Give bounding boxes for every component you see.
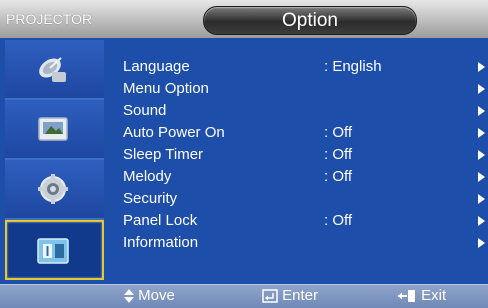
- menu-item-auto-power-on[interactable]: Auto Power On : Off: [123, 124, 488, 145]
- menu-item-security[interactable]: Security: [123, 190, 488, 211]
- enter-icon: [262, 289, 278, 303]
- sidebar-item-picture[interactable]: [5, 100, 104, 160]
- menu-item-melody[interactable]: Melody : Off: [123, 168, 488, 189]
- projector-osd: PROJECTOR Option Language: English Menu…: [0, 0, 488, 308]
- chevron-right-icon: [478, 216, 485, 226]
- gear-icon: [38, 174, 68, 204]
- move-hint-label: Move: [138, 287, 175, 304]
- enter-hint-label: Enter: [282, 287, 319, 304]
- menu-item-value: : Off: [324, 212, 353, 229]
- menu-item-label: Melody: [123, 168, 172, 185]
- menu-item-panel-lock[interactable]: Panel Lock : Off: [123, 212, 488, 233]
- menu-item-label: Language: [123, 58, 190, 75]
- exit-icon: [398, 290, 415, 303]
- menu-item-label: Security: [123, 190, 178, 207]
- menu-item-label: Menu Option: [123, 80, 209, 97]
- menu-item-sleep-timer[interactable]: Sleep Timer : Off: [123, 146, 488, 167]
- menu-item-label: Sleep Timer: [123, 146, 204, 163]
- chevron-right-icon: [478, 238, 485, 248]
- chevron-right-icon: [478, 128, 485, 138]
- chevron-right-icon: [478, 172, 485, 182]
- sidebar-item-option[interactable]: [5, 220, 104, 280]
- header-bar: PROJECTOR Option: [0, 0, 488, 38]
- enter-hint: Enter: [262, 287, 318, 304]
- menu-item-sound[interactable]: Sound: [123, 102, 488, 123]
- menu-item-value: : Off: [324, 168, 353, 185]
- chevron-right-icon: [478, 84, 485, 94]
- up-down-arrows-icon: [124, 289, 134, 304]
- option-menu-panel: Language : English Menu Option Sound Aut…: [110, 40, 488, 284]
- menu-item-label: Auto Power On: [123, 124, 225, 141]
- menu-item-information[interactable]: Information: [123, 234, 488, 255]
- exit-hint-label: Exit: [421, 287, 447, 304]
- category-sidebar: [5, 40, 104, 284]
- menu-item-value: : English: [324, 58, 382, 75]
- exit-hint: Exit: [397, 287, 446, 304]
- satellite-dish-icon: [39, 57, 66, 82]
- sidebar-item-setup[interactable]: [5, 160, 104, 220]
- menu-item-value: : Off: [324, 146, 353, 163]
- chevron-right-icon: [478, 194, 485, 204]
- menu-item-value: : Off: [324, 124, 353, 141]
- option-tool-icon: [37, 238, 69, 264]
- menu-title: Option: [282, 10, 338, 31]
- picture-screen-icon: [38, 117, 68, 141]
- sidebar-item-input[interactable]: [5, 40, 104, 100]
- menu-item-language[interactable]: Language : English: [123, 58, 488, 79]
- key-hint-bar: Move Enter Exit: [0, 284, 488, 308]
- brand-label: PROJECTOR: [6, 11, 93, 27]
- menu-item-menu-option[interactable]: Menu Option: [123, 80, 488, 101]
- menu-item-label: Sound: [123, 102, 167, 119]
- menu-item-label: Panel Lock: [123, 212, 198, 229]
- chevron-right-icon: [478, 150, 485, 160]
- menu-item-label: Information: [123, 234, 199, 251]
- chevron-right-icon: [478, 106, 485, 116]
- move-hint: Move: [124, 287, 175, 304]
- title-pill: Option: [203, 6, 417, 35]
- chevron-right-icon: [478, 62, 485, 72]
